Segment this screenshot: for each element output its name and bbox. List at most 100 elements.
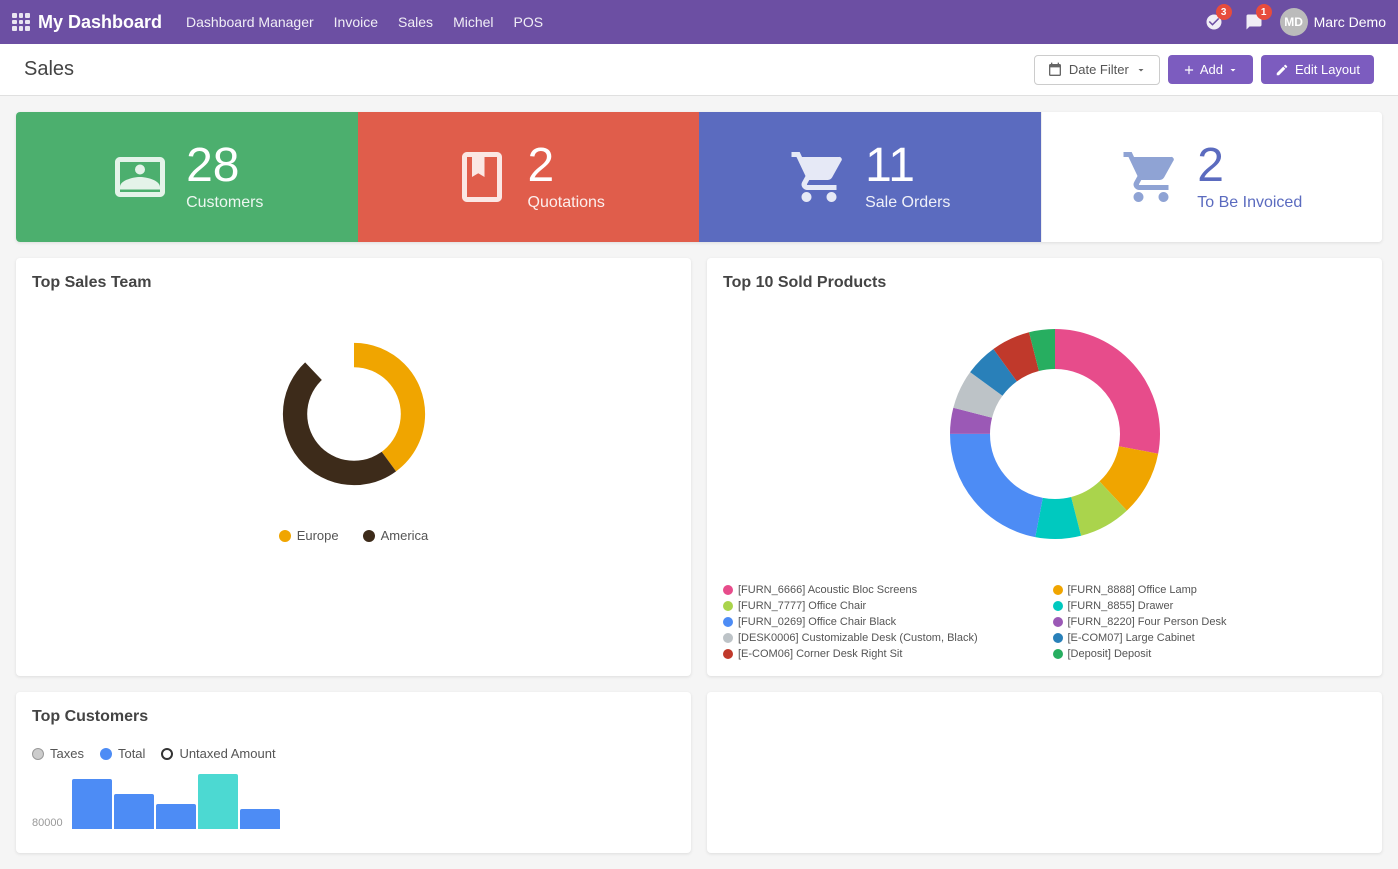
quotations-stat-info: 2 Quotations — [528, 142, 605, 212]
menu-item-sales[interactable]: Sales — [398, 14, 433, 30]
menu-item-invoice[interactable]: Invoice — [334, 14, 378, 30]
activity-badge: 3 — [1216, 4, 1232, 20]
sales-team-donut-svg — [264, 324, 444, 504]
dot-furn7777 — [723, 601, 733, 611]
cart-icon — [789, 147, 849, 207]
placeholder-card — [707, 692, 1382, 853]
label-deposit: [Deposit] Deposit — [1068, 648, 1152, 660]
legend-item-europe: Europe — [279, 528, 339, 543]
bar-4 — [198, 774, 238, 829]
bar-3 — [156, 804, 196, 829]
legend-furn6666: [FURN_6666] Acoustic Bloc Screens — [723, 584, 1037, 596]
legend-deposit: [Deposit] Deposit — [1053, 648, 1367, 660]
bar-1 — [72, 779, 112, 829]
app-title: My Dashboard — [38, 12, 162, 33]
legend-furn8855: [FURN_8855] Drawer — [1053, 600, 1367, 612]
activity-icon-btn[interactable]: 3 — [1200, 8, 1228, 36]
to-be-invoiced-stat-info: 2 To Be Invoiced — [1197, 142, 1302, 212]
bottom-row: Top Customers Taxes Total Untaxed Amount — [16, 692, 1382, 853]
quotations-number: 2 — [528, 142, 555, 190]
top-sales-team-title: Top Sales Team — [32, 274, 675, 292]
customers-number: 28 — [186, 142, 239, 190]
label-furn8220: [FURN_8220] Four Person Desk — [1068, 616, 1227, 628]
customers-legend: Taxes Total Untaxed Amount — [32, 746, 675, 761]
sales-team-donut — [264, 324, 444, 504]
stat-card-sale-orders[interactable]: 11 Sale Orders — [699, 112, 1041, 242]
menu-item-dashboard-manager[interactable]: Dashboard Manager — [186, 14, 314, 30]
bar-5 — [240, 809, 280, 829]
bar-2 — [114, 794, 154, 829]
menu-item-pos[interactable]: POS — [514, 14, 544, 30]
chevron-down-icon — [1135, 64, 1147, 76]
label-ecom06: [E-COM06] Corner Desk Right Sit — [738, 648, 902, 660]
app-logo[interactable]: My Dashboard — [12, 12, 162, 33]
user-avatar-btn[interactable]: MD Marc Demo — [1280, 8, 1386, 36]
stat-card-quotations[interactable]: 2 Quotations — [358, 112, 700, 242]
dot-ecom07 — [1053, 633, 1063, 643]
messages-icon-btn[interactable]: 1 — [1240, 8, 1268, 36]
sale-orders-number: 11 — [865, 142, 915, 190]
legend-untaxed: Untaxed Amount — [161, 746, 275, 761]
top-customers-title: Top Customers — [32, 708, 675, 726]
edit-icon — [1275, 63, 1289, 77]
america-dot — [363, 530, 375, 542]
products-donut-svg — [905, 304, 1205, 574]
date-filter-button[interactable]: Date Filter — [1034, 55, 1160, 85]
quotations-label: Quotations — [528, 194, 605, 212]
add-button[interactable]: Add — [1168, 55, 1253, 84]
header-actions: Date Filter Add Edit Layout — [1034, 55, 1374, 85]
book-icon — [452, 147, 512, 207]
charts-row: Top Sales Team — [16, 258, 1382, 676]
products-donut — [905, 304, 1185, 564]
label-furn8855: [FURN_8855] Drawer — [1068, 600, 1174, 612]
europe-label: Europe — [297, 528, 339, 543]
top-products-title: Top 10 Sold Products — [723, 274, 1366, 292]
legend-desk0006: [DESK0006] Customizable Desk (Custom, Bl… — [723, 632, 1037, 644]
menu-item-michel[interactable]: Michel — [453, 14, 493, 30]
stat-card-to-be-invoiced[interactable]: 2 To Be Invoiced — [1041, 112, 1383, 242]
date-filter-label: Date Filter — [1069, 62, 1129, 77]
label-furn6666: [FURN_6666] Acoustic Bloc Screens — [738, 584, 917, 596]
dot-furn6666 — [723, 585, 733, 595]
total-dot — [100, 748, 112, 760]
products-chart-area: [FURN_6666] Acoustic Bloc Screens [FURN_… — [723, 304, 1366, 660]
dot-furn8855 — [1053, 601, 1063, 611]
dot-furn8220 — [1053, 617, 1063, 627]
label-ecom07: [E-COM07] Large Cabinet — [1068, 632, 1195, 644]
legend-ecom07: [E-COM07] Large Cabinet — [1053, 632, 1367, 644]
products-legend: [FURN_6666] Acoustic Bloc Screens [FURN_… — [723, 584, 1366, 660]
add-label: Add — [1200, 62, 1223, 77]
page-title: Sales — [24, 58, 74, 81]
grid-icon — [12, 13, 30, 31]
total-label: Total — [118, 746, 145, 761]
dot-desk0006 — [723, 633, 733, 643]
legend-taxes: Taxes — [32, 746, 84, 761]
main-content: 28 Customers 2 Quotations — [0, 96, 1398, 869]
sale-orders-stat-info: 11 Sale Orders — [865, 142, 950, 212]
customers-stat-info: 28 Customers — [186, 142, 263, 212]
contacts-icon — [110, 147, 170, 207]
top-customers-chart: Taxes Total Untaxed Amount 80000 — [32, 738, 675, 837]
edit-layout-button[interactable]: Edit Layout — [1261, 55, 1374, 84]
legend-furn8220: [FURN_8220] Four Person Desk — [1053, 616, 1367, 628]
user-name: Marc Demo — [1314, 14, 1386, 30]
sale-orders-label: Sale Orders — [865, 194, 950, 212]
dot-deposit — [1053, 649, 1063, 659]
stat-card-customers[interactable]: 28 Customers — [16, 112, 358, 242]
page-header: Sales Date Filter Add Edit Layout — [0, 44, 1398, 96]
topnav: My Dashboard Dashboard Manager Invoice S… — [0, 0, 1398, 44]
top-customers-card: Top Customers Taxes Total Untaxed Amount — [16, 692, 691, 853]
taxes-dot — [32, 748, 44, 760]
edit-layout-label: Edit Layout — [1295, 62, 1360, 77]
top-sales-team-card: Top Sales Team — [16, 258, 691, 676]
customers-label: Customers — [186, 194, 263, 212]
add-chevron-icon — [1227, 64, 1239, 76]
untaxed-label: Untaxed Amount — [179, 746, 275, 761]
taxes-label: Taxes — [50, 746, 84, 761]
legend-furn0269: [FURN_0269] Office Chair Black — [723, 616, 1037, 628]
america-label: America — [381, 528, 429, 543]
label-furn7777: [FURN_7777] Office Chair — [738, 600, 866, 612]
dot-furn8888 — [1053, 585, 1063, 595]
legend-ecom06: [E-COM06] Corner Desk Right Sit — [723, 648, 1037, 660]
dot-furn0269 — [723, 617, 733, 627]
